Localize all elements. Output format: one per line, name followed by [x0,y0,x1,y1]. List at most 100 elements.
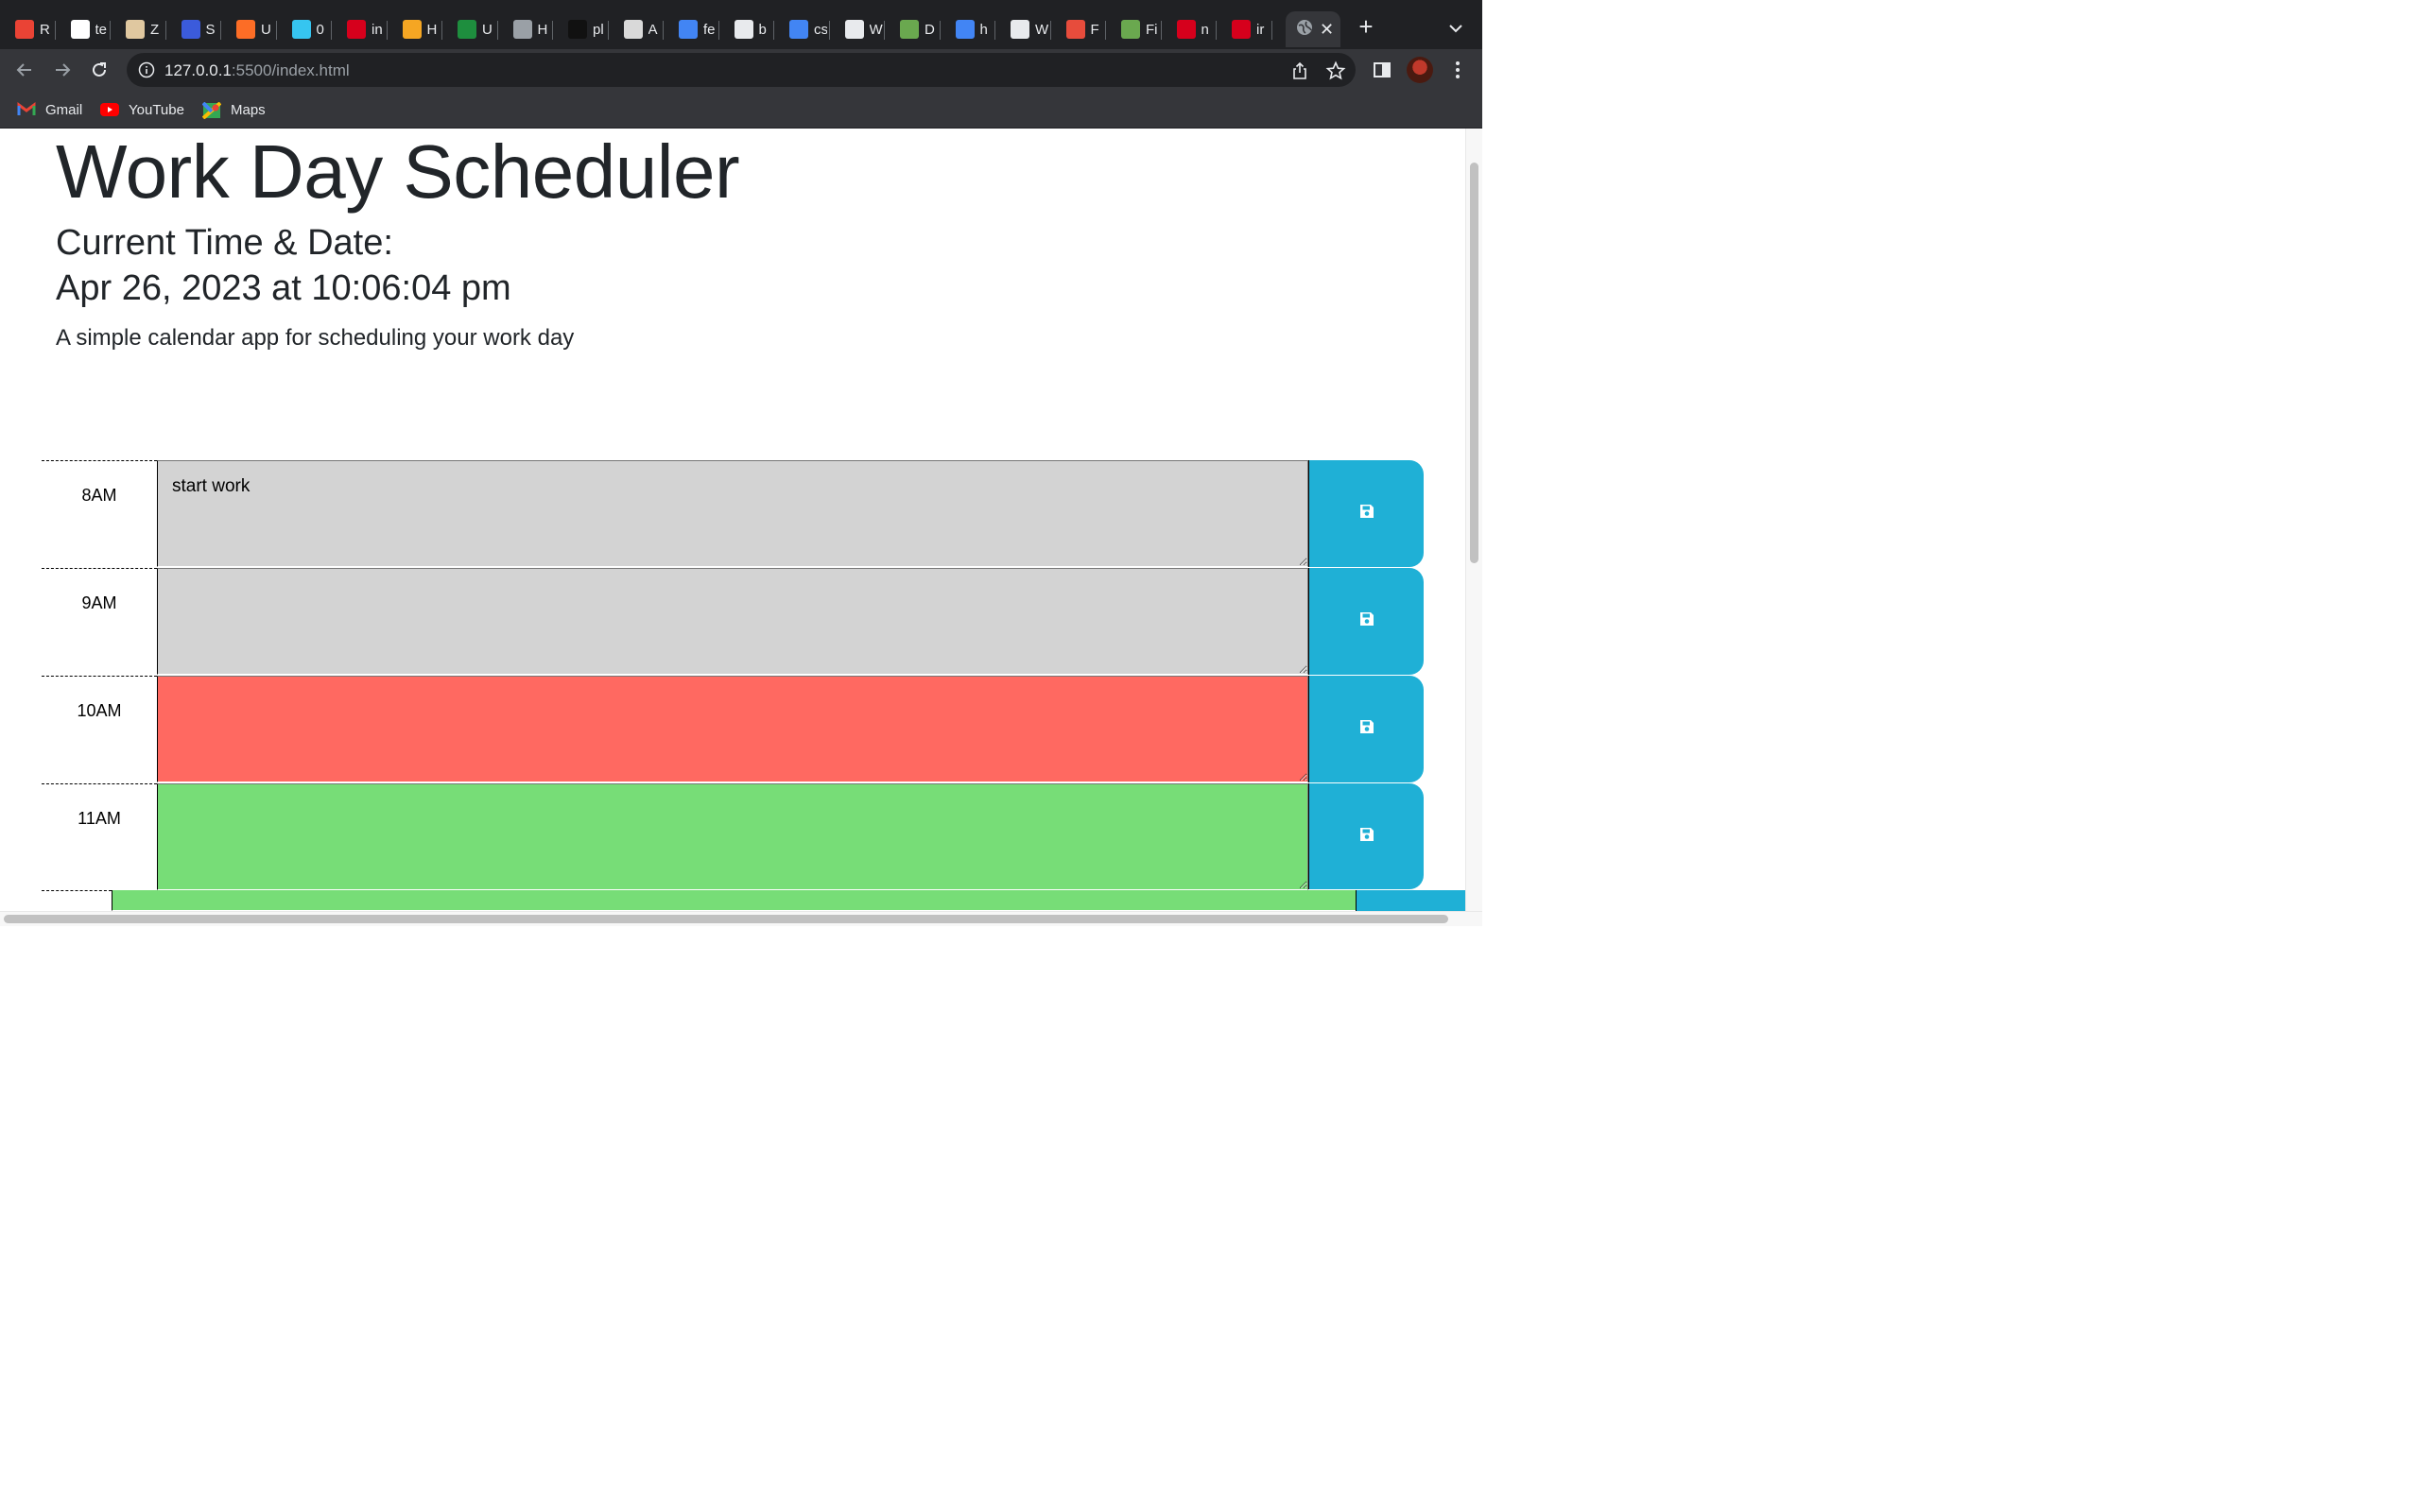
save-button[interactable] [1308,460,1424,567]
browser-tab[interactable]: F [1051,11,1106,47]
save-button[interactable] [1356,890,1465,911]
tab-title: F [1090,21,1099,38]
youtube-icon [100,102,119,117]
browser-tab[interactable]: Z [111,11,166,47]
tab-title: H [537,21,548,38]
bookmark-gmail[interactable]: Gmail [17,98,82,121]
url-text[interactable]: 127.0.0.1:5500/index.html [164,61,350,80]
save-button[interactable] [1308,783,1424,889]
tab-title: H [426,21,438,38]
day-icon [1065,20,1085,39]
bird-icon [623,20,643,39]
current-time-label: Current Time & Date: [56,223,393,263]
browser-tab[interactable]: H [498,11,553,47]
slack-icon [291,20,311,39]
browser-tab[interactable]: U [442,11,498,47]
browser-tab[interactable]: pl [553,11,609,47]
google-icon [789,20,808,39]
description-input[interactable] [157,783,1308,890]
page-viewport: Work Day Scheduler Current Time & Date: … [0,129,1465,911]
tab-title: h [979,21,988,38]
tab-title: 0 [316,21,324,38]
scroll-thumb[interactable] [1470,163,1478,563]
current-time-value: Apr 26, 2023 at 10:06:04 pm [56,268,511,308]
address-bar[interactable]: 127.0.0.1:5500/index.html [127,53,1356,87]
browser-tab[interactable]: H [388,11,442,47]
tab-title: D [925,21,935,38]
tab-active[interactable]: ✕ [1286,11,1340,47]
site-info-icon[interactable] [138,61,155,78]
m-letter-icon [734,20,753,39]
description-input[interactable] [157,460,1308,567]
tab-title: cs [814,21,827,38]
side-panel-icon[interactable] [1371,59,1393,81]
n-icon [1176,20,1196,39]
browser-tab[interactable]: h [941,11,995,47]
browser-tab[interactable]: ir [1217,11,1272,47]
time-block-8am: 8AM [42,460,1424,568]
tab-divider [1270,21,1272,40]
bookmarks-bar: Gmail YouTube Maps [0,91,1482,129]
browser-tab[interactable]: 0 [277,11,332,47]
browser-tab[interactable]: A [609,11,664,47]
tab-title: b [758,21,767,38]
description-input[interactable] [112,890,1356,911]
save-button[interactable] [1308,568,1424,675]
hour-label: 8AM [42,460,157,568]
n-icon [1232,20,1251,39]
browser-tab[interactable]: te [56,11,111,47]
description-input[interactable] [157,676,1308,782]
kebab-menu-icon[interactable] [1446,59,1469,81]
browser-tab[interactable]: W [995,11,1051,47]
zoom-icon [126,20,145,39]
time-block-10am: 10AM [42,676,1424,783]
bookmark-label: Maps [231,101,266,118]
browser-tab[interactable]: n [1162,11,1217,47]
fs-icon [402,20,422,39]
tab-title: U [261,21,271,38]
bookmark-maps[interactable]: Maps [201,98,266,121]
browser-tab[interactable]: U [221,11,277,47]
close-tab-icon[interactable]: ✕ [1320,20,1334,40]
bookmark-label: Gmail [45,101,83,118]
save-button[interactable] [1308,676,1424,782]
globe-icon [1295,18,1314,41]
reload-icon[interactable] [88,59,111,81]
block-icon [568,20,587,39]
tab-title: te [95,21,108,38]
browser-tab[interactable]: D [885,11,941,47]
time-block-11am: 11AM [42,783,1424,891]
browser-tab[interactable]: Fi [1106,11,1162,47]
browser-tab[interactable]: fe [664,11,719,47]
browser-tab[interactable]: W [830,11,885,47]
browser-tab[interactable]: R [0,11,56,47]
browser-tab[interactable]: cs [774,11,830,47]
forward-arrow-icon[interactable] [51,59,74,81]
gmail-icon [15,20,34,39]
new-tab-button[interactable]: + [1354,14,1378,40]
page-title: Work Day Scheduler [56,129,740,214]
save-icon [1358,610,1375,632]
back-arrow-icon[interactable] [13,59,36,81]
google-icon [679,20,698,39]
bookmark-star-icon[interactable] [1325,60,1346,81]
horizontal-scrollbar[interactable] [0,911,1482,926]
profile-avatar[interactable] [1407,57,1433,83]
tab-title: in [372,21,383,38]
browser-tab[interactable]: b [719,11,774,47]
browser-tab[interactable]: in [332,11,388,47]
cube-icon [1121,20,1140,39]
vertical-scrollbar[interactable] [1465,129,1482,911]
browser-tab[interactable]: S [166,11,221,47]
bookmark-youtube[interactable]: YouTube [100,98,184,121]
hour-label: 11AM [42,783,157,891]
description-input[interactable] [157,568,1308,675]
gitlab-icon [236,20,255,39]
tab-search-chevron-icon[interactable] [1444,17,1467,40]
share-icon[interactable] [1289,60,1310,81]
time-block-9am: 9AM [42,568,1424,676]
s-letter-icon [512,20,532,39]
scroll-thumb[interactable] [4,915,1448,923]
rocket-icon [181,20,200,39]
page-lead: A simple calendar app for scheduling you… [56,325,575,351]
